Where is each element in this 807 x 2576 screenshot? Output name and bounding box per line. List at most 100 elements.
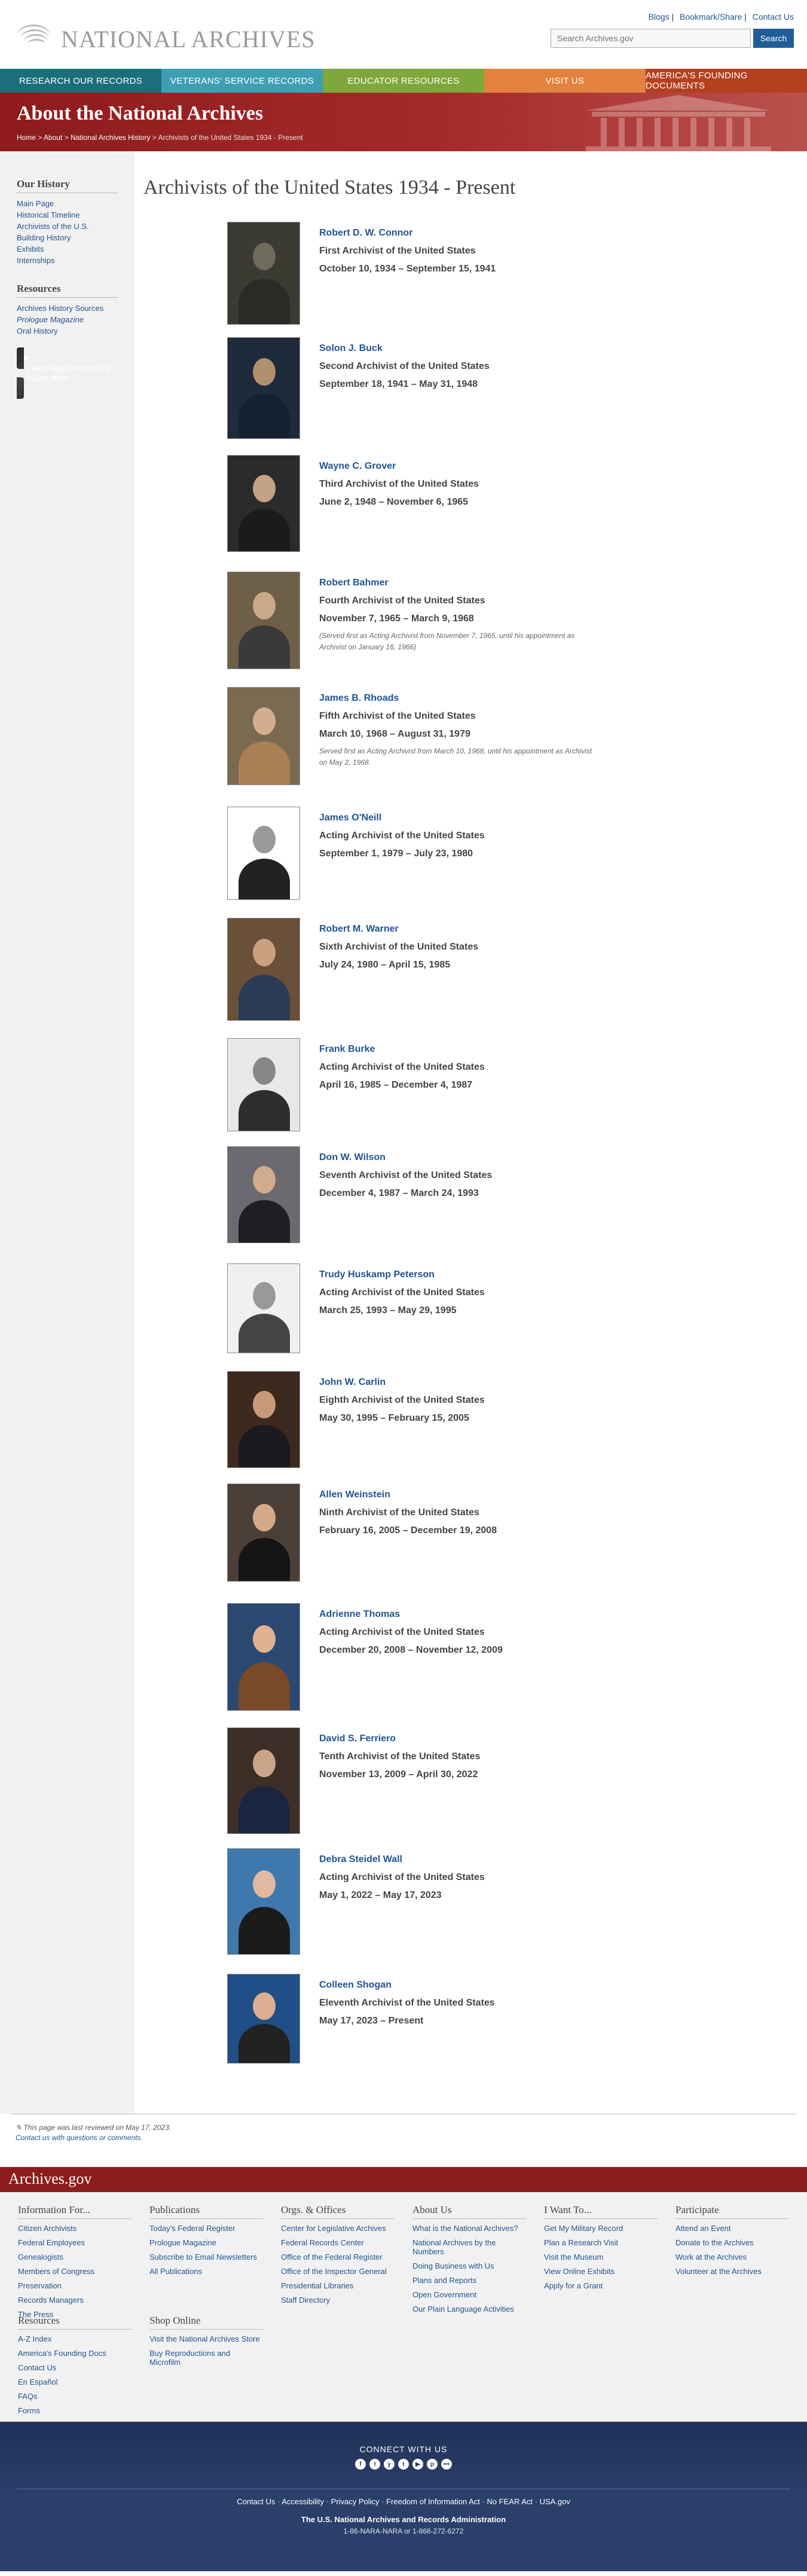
nav-research-our-records[interactable]: Research Our Records [0, 69, 161, 93]
footer-link[interactable]: National Archives by the Numbers [412, 2238, 496, 2256]
archivist-name[interactable]: Don W. Wilson [319, 1152, 492, 1163]
archivist-dates: February 16, 2005 – December 19, 2008 [319, 1525, 497, 1536]
footer-link[interactable]: Get My Military Record [544, 2224, 623, 2233]
nav-visit-us[interactable]: Visit Us [484, 69, 646, 93]
footer-link[interactable]: Work at the Archives [675, 2253, 747, 2261]
footer-link[interactable]: Records Managers [18, 2296, 84, 2305]
footer-link[interactable]: Donate to the Archives [675, 2238, 754, 2247]
archivist-entry: Debra Steidel Wall Acting Archivist of th… [227, 1848, 807, 1955]
search-input[interactable] [551, 29, 751, 48]
footer-link[interactable]: FAQs [18, 2392, 38, 2401]
footer-link[interactable]: America's Founding Docs [18, 2349, 106, 2358]
archivist-name[interactable]: Debra Steidel Wall [319, 1854, 485, 1865]
twitter-icon[interactable]: t [369, 2459, 380, 2470]
contact-us-link[interactable]: Contact Us [753, 12, 794, 22]
sidebar-item-exhibits[interactable]: Exhibits [17, 245, 44, 254]
footer-link[interactable]: En Español [18, 2377, 58, 2386]
archivist-name[interactable]: Solon J. Buck [319, 343, 490, 354]
footer-brand[interactable]: Archives.gov [8, 2170, 91, 2188]
nav-veterans-service-records[interactable]: Veterans' Service Records [161, 69, 323, 93]
archivist-name[interactable]: Frank Burke [319, 1044, 485, 1055]
footer-link[interactable]: Attend an Event [675, 2224, 731, 2233]
footer-link[interactable]: All Publications [149, 2267, 202, 2276]
tumblr-icon[interactable]: t [398, 2459, 409, 2470]
legal-accessibility[interactable]: Accessibility [282, 2497, 324, 2506]
sidebar-item-internships[interactable]: Internships [17, 256, 55, 265]
footer-link[interactable]: View Online Exhibits [544, 2267, 615, 2276]
archivist-name[interactable]: Robert M. Warner [319, 924, 478, 935]
footer-link[interactable]: Forms [18, 2406, 40, 2415]
footer-link[interactable]: What is the National Archives? [412, 2224, 518, 2233]
footer-link[interactable]: Prologue Magazine [149, 2238, 216, 2247]
archivist-name[interactable]: James B. Rhoads [319, 693, 594, 704]
sidebar-item-building-history[interactable]: Building History [17, 233, 71, 242]
footer-link[interactable]: Citizen Archivists [18, 2224, 77, 2233]
footer-link[interactable]: Staff Directory [281, 2296, 330, 2305]
legal-foia[interactable]: Freedom of Information Act [386, 2497, 480, 2506]
archivist-name[interactable]: John W. Carlin [319, 1377, 485, 1388]
footer-link[interactable]: Subscribe to Email Newsletters [149, 2253, 257, 2261]
site-logo[interactable]: NATIONAL ARCHIVES [17, 17, 316, 53]
footer-link[interactable]: Buy Reproductions and Microfilm [149, 2349, 230, 2367]
footer-link[interactable]: Federal Employees [18, 2238, 85, 2247]
portrait-face [253, 939, 276, 966]
sidebar-item-history-sources[interactable]: Archives History Sources [17, 304, 103, 313]
footer-link[interactable]: A-Z Index [18, 2334, 51, 2343]
bookmark-share-link[interactable]: Bookmark/Share [680, 12, 742, 22]
footer-link[interactable]: Apply for a Grant [544, 2281, 603, 2290]
legal-contact-us[interactable]: Contact Us [237, 2497, 275, 2506]
archivist-name[interactable]: James O'Neill [319, 813, 485, 823]
footer-link[interactable]: Office of the Inspector General [281, 2267, 387, 2276]
nav-founding-documents[interactable]: America's Founding Documents [646, 69, 807, 93]
pinterest-icon[interactable]: p [427, 2459, 438, 2470]
sidebar-item-prologue[interactable]: Prologue Magazine [17, 315, 84, 324]
archivist-name[interactable]: Robert D. W. Connor [319, 228, 496, 239]
archivist-name[interactable]: Adrienne Thomas [319, 1609, 503, 1620]
sidebar-item-timeline[interactable]: Historical Timeline [17, 210, 80, 219]
sidebar-item-main-page[interactable]: Main Page [17, 199, 54, 208]
sidebar-item-archivists[interactable]: Archivists of the U.S. [17, 222, 89, 231]
legal-usagov[interactable]: USA.gov [540, 2497, 570, 2506]
more-icon[interactable]: ••• [441, 2459, 452, 2470]
nav-educator-resources[interactable]: Educator Resources [323, 69, 484, 93]
footer-link[interactable]: Preservation [18, 2281, 62, 2290]
footer-link[interactable]: Visit the Museum [544, 2253, 603, 2261]
footer-link[interactable]: Plans and Reports [412, 2276, 476, 2285]
archivist-name[interactable]: Robert Bahmer [319, 578, 594, 588]
footer-link[interactable]: Volunteer at the Archives [675, 2267, 762, 2276]
archivist-name[interactable]: Trudy Huskamp Peterson [319, 1269, 485, 1280]
footer-link[interactable]: Today's Federal Register [149, 2224, 235, 2233]
footer-link[interactable]: Visit the National Archives Store [149, 2334, 260, 2343]
footer-link[interactable]: Members of Congress [18, 2267, 94, 2276]
breadcrumb-history[interactable]: National Archives History [71, 133, 150, 142]
contact-comments-link[interactable]: Contact us with questions or comments. [16, 2134, 143, 2142]
footer-link[interactable]: Contact Us [18, 2363, 56, 2372]
breadcrumb-about[interactable]: About [44, 133, 62, 142]
agency-phone: 1-86-NARA-NARA or 1-866-272-6272 [343, 2527, 464, 2535]
archivist-name[interactable]: Colleen Shogan [319, 1980, 495, 1991]
footer-link[interactable]: Open Government [412, 2290, 476, 2299]
footer-link[interactable]: Plan a Research Visit [544, 2238, 618, 2247]
facebook-icon[interactable]: f [355, 2459, 366, 2470]
footer-link-item: All Publications [149, 2267, 263, 2276]
footer-link[interactable]: Our Plain Language Activities [412, 2305, 514, 2313]
breadcrumb-home[interactable]: Home [17, 133, 36, 142]
legal-no-fear[interactable]: No FEAR Act [487, 2497, 533, 2506]
democracy-promo-banner[interactable]: ▶ Learn why Democracy Starts Here [17, 347, 118, 399]
archivist-title: Third Archivist of the United States [319, 479, 479, 489]
footer-link[interactable]: Center for Legislative Archives [281, 2224, 386, 2233]
legal-privacy[interactable]: Privacy Policy [331, 2497, 380, 2506]
footer-link[interactable]: Presidential Libraries [281, 2281, 353, 2290]
footer-link[interactable]: Doing Business with Us [412, 2261, 494, 2270]
footer-link[interactable]: Genealogists [18, 2253, 63, 2261]
sidebar-item-oral-history[interactable]: Oral History [17, 326, 58, 335]
archivist-name[interactable]: Wayne C. Grover [319, 461, 479, 472]
footer-link[interactable]: Federal Records Center [281, 2238, 364, 2247]
youtube-icon[interactable]: y [384, 2459, 395, 2470]
search-button[interactable]: Search [753, 29, 794, 48]
video-icon[interactable]: ▶ [412, 2459, 423, 2470]
footer-link[interactable]: Office of the Federal Register [281, 2253, 383, 2261]
blogs-link[interactable]: Blogs [649, 12, 670, 22]
archivist-name[interactable]: Allen Weinstein [319, 1490, 497, 1500]
archivist-name[interactable]: David S. Ferriero [319, 1733, 480, 1744]
